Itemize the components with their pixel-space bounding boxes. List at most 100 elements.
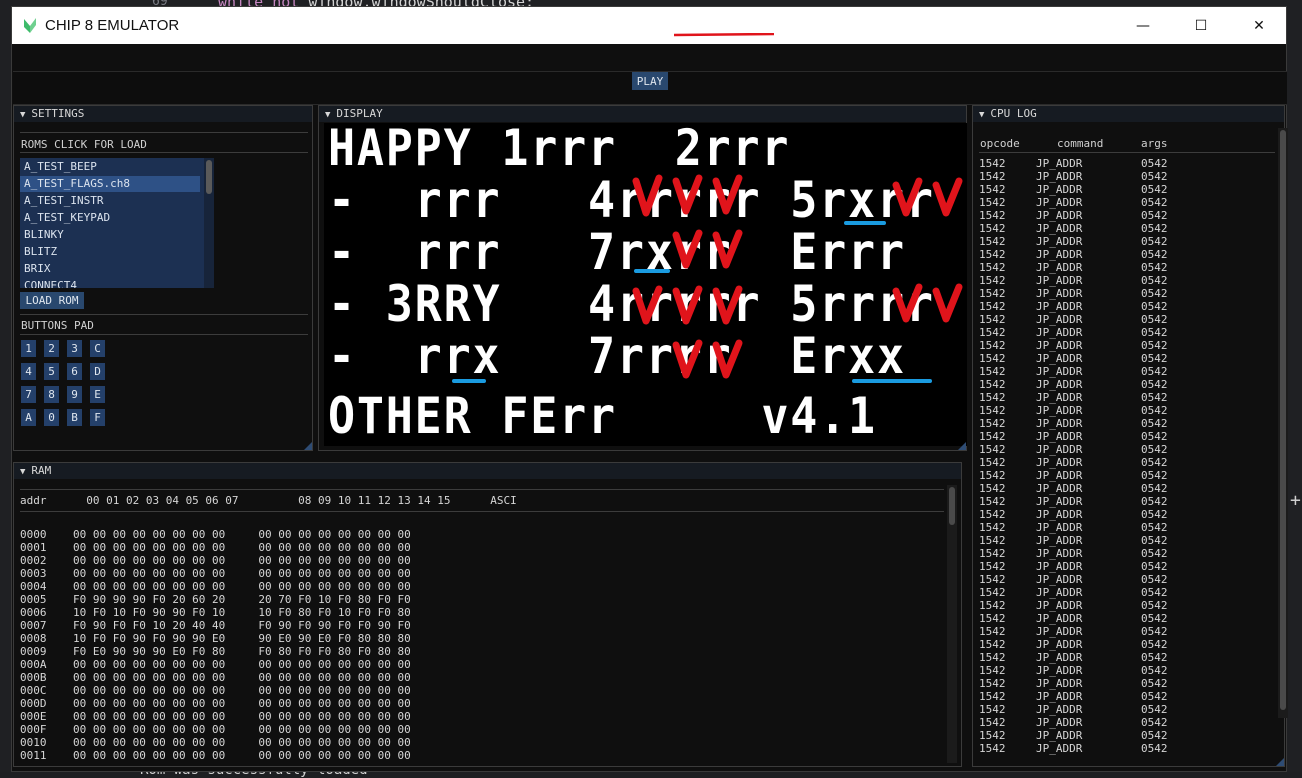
cpu-log-opcode: 1542 [979, 495, 1006, 508]
ram-scrollbar[interactable] [947, 485, 957, 763]
rom-list-item[interactable]: CONNECT4 [24, 277, 77, 288]
resize-grip[interactable] [958, 442, 966, 450]
ram-row: 0006 10 F0 10 F0 90 90 F0 10 10 F0 80 F0… [20, 606, 411, 619]
pad-key-7[interactable]: 7 [21, 386, 36, 403]
cpu-log-opcode: 1542 [979, 534, 1006, 547]
cpu-log-opcode: 1542 [979, 625, 1006, 638]
resize-grip[interactable] [304, 442, 312, 450]
cpu-log-command: JP_ADDR [1036, 560, 1083, 573]
ram-row: 0007 F0 90 F0 F0 10 20 40 40 F0 90 F0 90… [20, 619, 411, 632]
collapse-triangle-icon[interactable]: ▼ [979, 107, 984, 123]
red-check-mark [712, 229, 743, 269]
settings-title-bar[interactable]: ▼ SETTINGS [14, 106, 312, 122]
ram-title-bar[interactable]: ▼ RAM [14, 463, 961, 479]
cpu-log-scroll-thumb[interactable] [1280, 130, 1286, 710]
cpu-log-opcode: 1542 [979, 664, 1006, 677]
cpu-log-opcode: 1542 [979, 365, 1006, 378]
cpu-log-args: 0542 [1141, 560, 1168, 573]
ram-row: 000D 00 00 00 00 00 00 00 00 00 00 00 00… [20, 697, 411, 710]
cpu-log-args: 0542 [1141, 352, 1168, 365]
rom-list[interactable]: A_TEST_BEEP A_TEST_FLAGS.ch8 A_TEST_INSTR A… [20, 158, 214, 288]
cpu-log-panel: ▼ CPU LOG opcode command args 1542 JP_ADDR… [972, 105, 1288, 767]
pad-key-8[interactable]: 8 [44, 386, 59, 403]
emulator-window: CHIP 8 EMULATOR — ☐ ✕ PLAY ▼ SETTINGS ROM… [11, 6, 1288, 772]
rom-list-item[interactable]: A_TEST_BEEP [24, 158, 97, 175]
cpu-log-command: JP_ADDR [1036, 404, 1083, 417]
cpu-log-args: 0542 [1141, 274, 1168, 287]
pad-key-e[interactable]: E [90, 386, 105, 403]
pad-key-4[interactable]: 4 [21, 363, 36, 380]
roms-label: ROMS CLICK FOR LOAD [21, 138, 147, 151]
cpu-log-args: 0542 [1141, 222, 1168, 235]
pad-key-a[interactable]: A [21, 409, 36, 426]
cpu-log-opcode: 1542 [979, 677, 1006, 690]
ram-row: 000C 00 00 00 00 00 00 00 00 00 00 00 00… [20, 684, 411, 697]
rom-list-item[interactable]: A_TEST_INSTR [24, 192, 103, 209]
red-check-mark [892, 283, 923, 323]
cpu-log-command: JP_ADDR [1036, 469, 1083, 482]
cpu-log-args: 0542 [1141, 677, 1168, 690]
cpu-log-opcode: 1542 [979, 352, 1006, 365]
ram-scroll-thumb[interactable] [949, 487, 955, 525]
red-check-mark [712, 174, 743, 215]
ram-row: 0010 00 00 00 00 00 00 00 00 00 00 00 00… [20, 736, 411, 749]
pad-key-0[interactable]: 0 [44, 409, 59, 426]
cpu-log-command: JP_ADDR [1036, 170, 1083, 183]
cpu-log-opcode: 1542 [979, 300, 1006, 313]
maximize-button[interactable]: ☐ [1172, 7, 1230, 44]
rom-list-item[interactable]: A_TEST_FLAGS.ch8 [24, 175, 130, 192]
cpu-log-args: 0542 [1141, 339, 1168, 352]
cpu-log-opcode: 1542 [979, 274, 1006, 287]
cpu-log-opcode: 1542 [979, 456, 1006, 469]
resize-grip[interactable] [1276, 758, 1284, 766]
cpu-log-args: 0542 [1141, 326, 1168, 339]
cpu-log-command: JP_ADDR [1036, 547, 1083, 560]
pad-key-f[interactable]: F [90, 409, 105, 426]
title-bar[interactable]: CHIP 8 EMULATOR — ☐ ✕ [12, 7, 1286, 44]
cpu-log-command: JP_ADDR [1036, 300, 1083, 313]
cpu-log-command: JP_ADDR [1036, 339, 1083, 352]
cpu-log-command: JP_ADDR [1036, 612, 1083, 625]
pad-key-6[interactable]: 6 [67, 363, 82, 380]
cpu-log-opcode: 1542 [979, 417, 1006, 430]
rom-list-item[interactable]: BRIX [24, 260, 51, 277]
cpu-log-command: JP_ADDR [1036, 391, 1083, 404]
rom-list-item[interactable]: A_TEST_KEYPAD [24, 209, 110, 226]
chip8-screen: HAPPY 1rrr 2rrr - rrr 4rrrrr 5rxrr - rrr… [324, 123, 967, 446]
cpu-log-args: 0542 [1141, 443, 1168, 456]
pad-key-3[interactable]: 3 [67, 340, 82, 357]
cpu-log-command: JP_ADDR [1036, 508, 1083, 521]
cpu-log-opcode: 1542 [979, 287, 1006, 300]
minimize-button[interactable]: — [1114, 7, 1172, 44]
pad-key-9[interactable]: 9 [67, 386, 82, 403]
pad-key-5[interactable]: 5 [44, 363, 59, 380]
cpu-log-args: 0542 [1141, 495, 1168, 508]
pad-key-d[interactable]: D [90, 363, 105, 380]
cpu-log-command: JP_ADDR [1036, 677, 1083, 690]
collapse-triangle-icon[interactable]: ▼ [20, 107, 25, 123]
cpu-log-command: JP_ADDR [1036, 573, 1083, 586]
pad-key-b[interactable]: B [67, 409, 82, 426]
pad-key-c[interactable]: C [90, 340, 105, 357]
cpu-log-title: CPU LOG [990, 107, 1037, 120]
cpu-log-args: 0542 [1141, 404, 1168, 417]
cpu-log-args: 0542 [1141, 313, 1168, 326]
load-rom-button[interactable]: LOAD ROM [20, 292, 84, 309]
cpu-log-command: JP_ADDR [1036, 742, 1083, 755]
collapse-triangle-icon[interactable]: ▼ [20, 464, 25, 480]
cpu-log-command: JP_ADDR [1036, 664, 1083, 677]
cpu-log-command: JP_ADDR [1036, 716, 1083, 729]
rom-list-item[interactable]: BLINKY [24, 226, 64, 243]
pad-key-1[interactable]: 1 [21, 340, 36, 357]
cpu-log-command: JP_ADDR [1036, 157, 1083, 170]
rom-list-item[interactable]: BLITZ [24, 243, 57, 260]
display-title-bar[interactable]: ▼ DISPLAY [319, 106, 966, 122]
cpu-log-title-bar[interactable]: ▼ CPU LOG [973, 106, 1284, 122]
close-button[interactable]: ✕ [1230, 7, 1288, 44]
rom-list-scroll-thumb[interactable] [206, 160, 212, 194]
ram-row: 000E 00 00 00 00 00 00 00 00 00 00 00 00… [20, 710, 411, 723]
cpu-log-command: JP_ADDR [1036, 183, 1083, 196]
pad-key-2[interactable]: 2 [44, 340, 59, 357]
collapse-triangle-icon[interactable]: ▼ [325, 107, 330, 123]
play-button[interactable]: PLAY [632, 72, 668, 90]
